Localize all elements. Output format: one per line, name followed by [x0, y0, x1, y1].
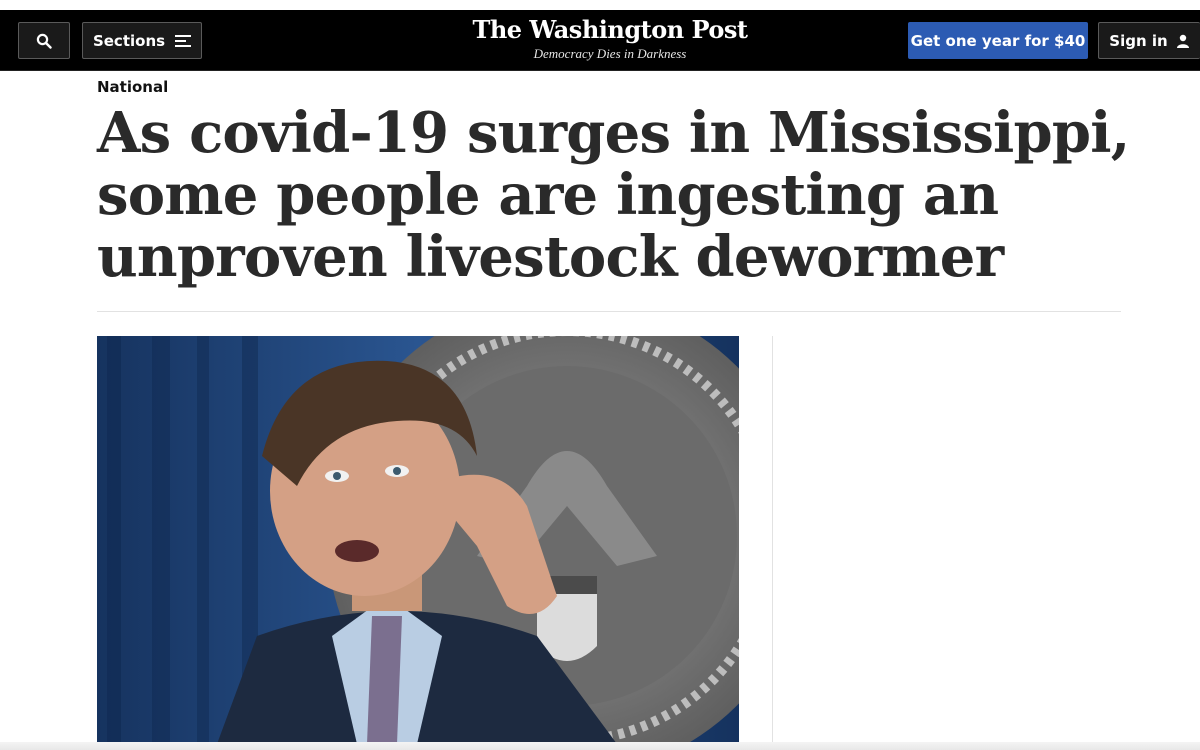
column-divider [772, 336, 773, 750]
sections-button[interactable]: Sections [82, 22, 202, 59]
search-button[interactable] [18, 22, 70, 59]
article-photo[interactable] [97, 336, 739, 744]
masthead: Sections The Washington Post Democracy D… [0, 10, 1200, 71]
tagline: Democracy Dies in Darkness [533, 46, 687, 61]
section-kicker[interactable]: National [97, 78, 168, 96]
article-headline: As covid-19 surges in Mississippi, some … [97, 100, 1130, 290]
sign-in-button[interactable]: Sign in [1098, 22, 1200, 59]
top-strip [0, 0, 1200, 10]
bottom-edge [0, 742, 1200, 750]
photo-illustration [97, 336, 739, 744]
subscribe-button[interactable]: Get one year for $40 [908, 22, 1088, 59]
user-icon [1176, 34, 1189, 48]
menu-icon [175, 34, 192, 47]
sign-in-label: Sign in [1109, 31, 1168, 50]
sections-label: Sections [92, 31, 166, 50]
divider [97, 311, 1121, 312]
search-icon [36, 33, 52, 49]
logo[interactable]: The Washington Post Democracy Dies in Da… [460, 14, 760, 62]
logo-wordmark: The Washington Post [472, 15, 748, 44]
